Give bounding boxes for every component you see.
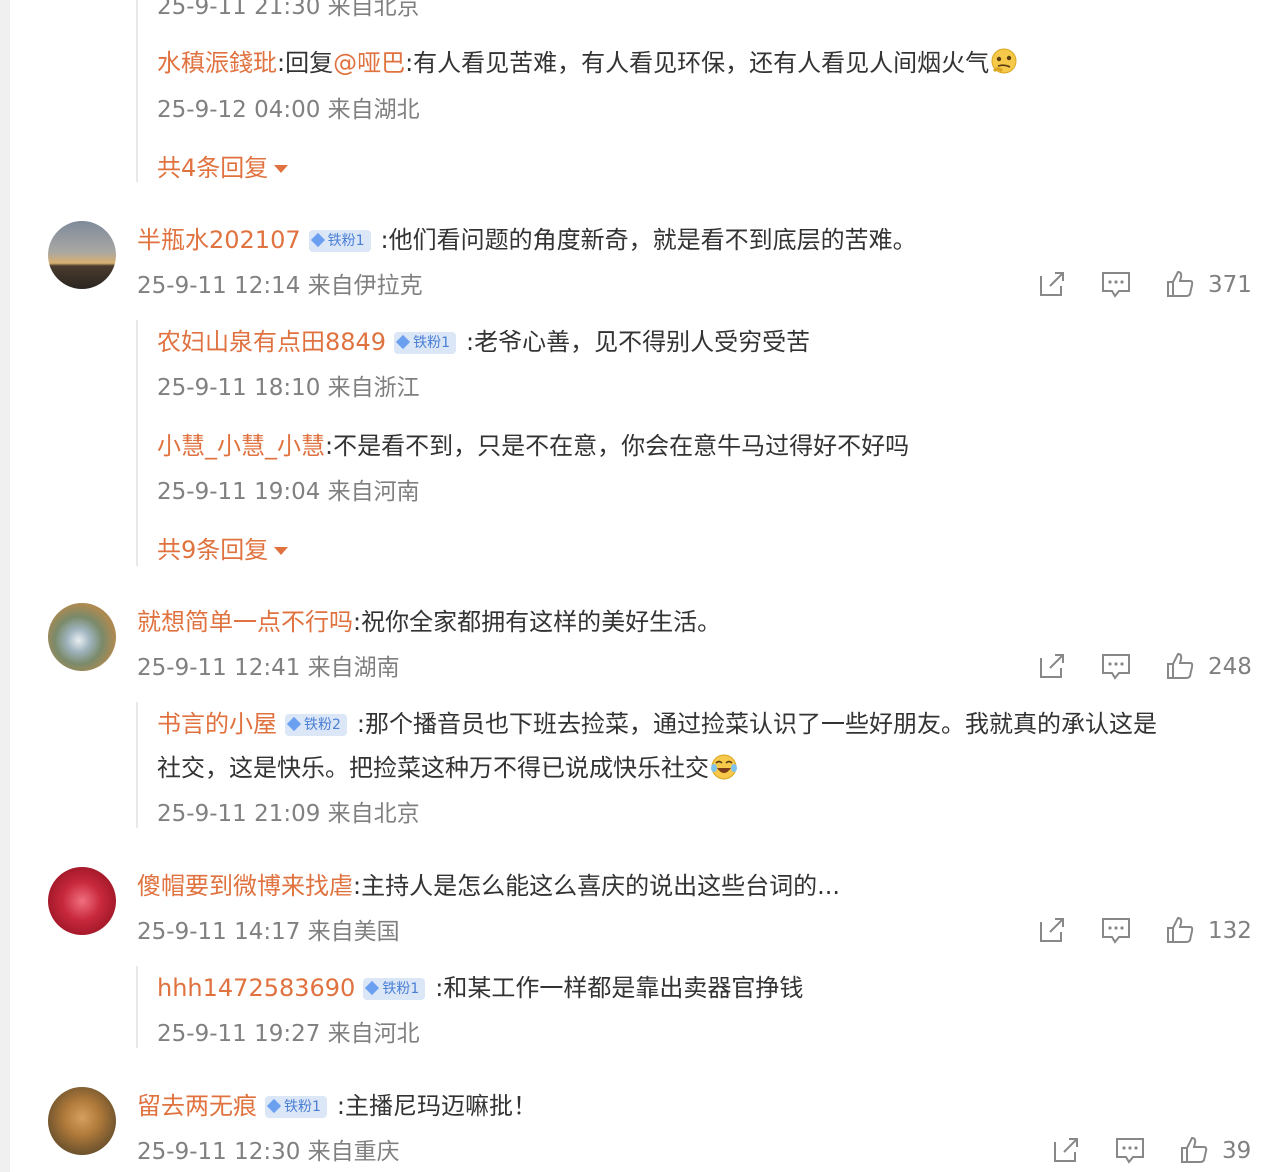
- laugh-cry-emoji-icon: [711, 754, 737, 780]
- like-icon[interactable]: [1164, 914, 1196, 946]
- comment-main: 就想简单一点不行吗:祝你全家都拥有这样的美好生活。: [137, 605, 721, 639]
- reply-text: :那个播音员也下班去捡菜，通过捡菜认识了一些好朋友。我就真的承认这是: [356, 710, 1158, 738]
- reply-item: hhh1472583690 铁粉1 :和某工作一样都是靠出卖器官挣钱: [157, 971, 803, 1005]
- comment-main: 傻帽要到微博来找虐:主持人是怎么能这么喜庆的说出这些台词的...: [137, 869, 840, 903]
- share-icon[interactable]: [1050, 1134, 1082, 1166]
- like-count: 248: [1208, 654, 1252, 680]
- reply-meta: 25-9-11 21:30 来自北京: [157, 0, 420, 20]
- share-icon[interactable]: [1036, 650, 1068, 682]
- diamond-icon: [266, 1098, 282, 1114]
- reply-thread: [136, 702, 138, 828]
- comment-username[interactable]: 半瓶水202107: [137, 226, 301, 254]
- reply-thread: [136, 0, 138, 182]
- reply-item: 书言的小屋 铁粉2 :那个播音员也下班去捡菜，通过捡菜认识了一些好朋友。我就真的承认…: [157, 707, 1157, 741]
- comment-meta: 25-9-11 12:30 来自重庆: [137, 1139, 400, 1165]
- comment-text: :他们看问题的角度新奇，就是看不到底层的苦难。: [380, 226, 917, 254]
- share-icon[interactable]: [1036, 914, 1068, 946]
- page-left-gutter: [0, 0, 10, 1172]
- reply-username[interactable]: 书言的小屋: [157, 710, 277, 738]
- diamond-icon: [310, 232, 325, 248]
- reply-text: :老爷心善，见不得别人受穷受苦: [466, 328, 811, 356]
- like-icon[interactable]: [1164, 650, 1196, 682]
- comment-meta: 25-9-11 14:17 来自美国: [137, 919, 400, 945]
- reply-username[interactable]: 农妇山泉有点田8849: [157, 328, 386, 356]
- reply-thread: [136, 320, 138, 566]
- avatar[interactable]: [48, 1087, 116, 1155]
- fan-badge[interactable]: 铁粉2: [285, 714, 347, 736]
- more-replies-link[interactable]: 共9条回复: [157, 535, 289, 565]
- comment-actions: 39: [1050, 1134, 1252, 1168]
- comment-icon[interactable]: [1100, 914, 1132, 946]
- mention-link[interactable]: @哑巴: [333, 49, 405, 77]
- reply-meta: 25-9-11 19:27 来自河北: [157, 1021, 420, 1047]
- chevron-down-icon: [274, 547, 289, 555]
- comment-actions: 132: [1036, 914, 1252, 948]
- reply-item: 小慧_小慧_小慧:不是看不到，只是不在意，你会在意牛马过得好不好吗: [157, 429, 909, 463]
- fan-badge[interactable]: 铁粉1: [394, 332, 456, 354]
- fan-badge[interactable]: 铁粉1: [265, 1096, 327, 1118]
- like-icon[interactable]: [1164, 268, 1196, 300]
- comment-icon[interactable]: [1100, 268, 1132, 300]
- comment-meta: 25-9-11 12:41 来自湖南: [137, 655, 400, 681]
- like-count: 371: [1208, 272, 1252, 298]
- diamond-icon: [286, 716, 302, 732]
- avatar[interactable]: [48, 603, 116, 671]
- comment-text: :主播尼玛迈嘛批！: [336, 1092, 538, 1120]
- diamond-icon: [365, 980, 380, 996]
- chevron-down-icon: [274, 165, 289, 173]
- reply-meta: 25-9-11 19:04 来自河南: [157, 479, 420, 505]
- reply-text: :和某工作一样都是靠出卖器官挣钱: [435, 974, 804, 1002]
- share-icon[interactable]: [1036, 268, 1068, 300]
- fan-badge[interactable]: 铁粉1: [363, 978, 426, 1000]
- more-replies-link[interactable]: 共4条回复: [157, 153, 289, 183]
- reply-meta: 25-9-12 04:00 来自湖北: [157, 97, 420, 123]
- avatar[interactable]: [48, 867, 116, 935]
- like-icon[interactable]: [1178, 1134, 1210, 1166]
- comment-icon[interactable]: [1114, 1134, 1146, 1166]
- comment-text: :祝你全家都拥有这样的美好生活。: [353, 608, 722, 636]
- reply-item: 农妇山泉有点田8849 铁粉1 :老爷心善，见不得别人受穷受苦: [157, 325, 810, 359]
- reply-username[interactable]: 水稹浱錢玭: [157, 49, 277, 77]
- comment-main: 半瓶水202107 铁粉1 :他们看问题的角度新奇，就是看不到底层的苦难。: [137, 223, 917, 257]
- comment-text: :主持人是怎么能这么喜庆的说出这些台词的...: [353, 872, 840, 900]
- fan-badge[interactable]: 铁粉1: [308, 230, 371, 252]
- reply-text-continued: 社交，这是快乐。把捡菜这种万不得已说成快乐社交: [157, 751, 739, 785]
- reply-username[interactable]: 小慧_小慧_小慧: [157, 432, 325, 460]
- thinking-emoji-icon: [991, 48, 1017, 74]
- comment-meta: 25-9-11 12:14 来自伊拉克: [137, 273, 423, 299]
- reply-meta: 25-9-11 21:09 来自北京: [157, 801, 420, 827]
- like-count: 132: [1208, 918, 1252, 944]
- comment-actions: 248: [1036, 650, 1252, 684]
- comment-actions: 371: [1036, 268, 1252, 302]
- like-count: 39: [1222, 1138, 1252, 1164]
- reply-text: :不是看不到，只是不在意，你会在意牛马过得好不好吗: [325, 432, 910, 460]
- avatar[interactable]: [48, 221, 116, 289]
- comment-username[interactable]: 留去两无痕: [137, 1092, 257, 1120]
- comment-icon[interactable]: [1100, 650, 1132, 682]
- comment-username[interactable]: 就想简单一点不行吗: [137, 608, 353, 636]
- reply-text: :有人看见苦难，有人看见环保，还有人看见人间烟火气: [405, 49, 990, 77]
- comment-main: 留去两无痕 铁粉1 :主播尼玛迈嘛批！: [137, 1089, 537, 1123]
- reply-meta: 25-9-11 18:10 来自浙江: [157, 375, 420, 401]
- reply-text: 回复: [285, 49, 334, 77]
- reply-username[interactable]: hhh1472583690: [157, 974, 355, 1002]
- comment-username[interactable]: 傻帽要到微博来找虐: [137, 872, 353, 900]
- diamond-icon: [396, 334, 411, 350]
- reply-item: 水稹浱錢玭:回复@哑巴:有人看见苦难，有人看见环保，还有人看见人间烟火气: [157, 46, 1019, 80]
- reply-thread: [136, 966, 138, 1048]
